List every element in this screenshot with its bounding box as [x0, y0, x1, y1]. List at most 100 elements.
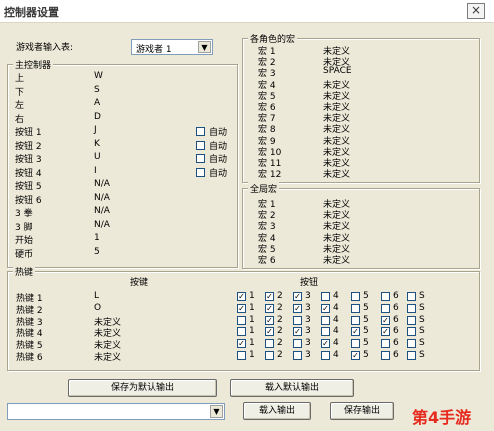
hotkey-button-checkbox[interactable] — [381, 339, 390, 349]
controller-action-label: 按钮 4 — [15, 168, 42, 179]
hotkey-key-value[interactable]: O — [94, 303, 101, 313]
controller-action-label: 左 — [15, 101, 25, 111]
chevron-down-icon[interactable]: ▼ — [198, 41, 211, 53]
hotkey-button-label: 2 — [277, 314, 283, 325]
hotkey-button-checkbox[interactable]: ✓ — [237, 339, 246, 349]
controller-key-value[interactable]: K — [94, 139, 100, 149]
char-macro-value[interactable]: 未定义 — [323, 167, 350, 180]
hotkey-button-checkbox[interactable]: ✓ — [351, 327, 360, 337]
controller-key-value[interactable]: J — [94, 125, 97, 135]
hotkey-button-checkbox[interactable]: ✓ — [265, 327, 274, 337]
controller-key-value[interactable]: N/A — [94, 206, 110, 216]
hotkey-button-checkbox[interactable]: ✓ — [265, 315, 274, 325]
controller-key-value[interactable]: A — [94, 98, 100, 108]
controller-action-label: 3 脚 — [15, 222, 33, 233]
hotkey-button-label: 6 — [393, 314, 399, 325]
hotkey-button-checkbox[interactable] — [321, 351, 330, 360]
controller-key-value[interactable]: W — [94, 71, 103, 81]
controller-action-label: 硬币 — [15, 249, 34, 260]
char-macro-value[interactable]: SPACE — [323, 66, 352, 76]
hotkey-button-label: 1 — [249, 302, 255, 313]
hotkey-button-checkbox[interactable] — [293, 315, 302, 325]
hotkey-button-checkbox[interactable]: ✓ — [321, 339, 330, 349]
hotkey-button-checkbox[interactable]: ✓ — [293, 292, 302, 301]
hotkey-button-checkbox[interactable] — [407, 292, 416, 301]
hotkey-button-checkbox[interactable]: ✓ — [351, 351, 360, 360]
hotkey-button-label: 4 — [333, 302, 339, 313]
hotkey-button-checkbox[interactable] — [237, 315, 246, 325]
hotkey-button-checkbox[interactable]: ✓ — [265, 303, 274, 313]
hotkey-button-checkbox[interactable] — [321, 327, 330, 337]
controller-key-value[interactable]: I — [94, 166, 97, 176]
controller-key-value[interactable]: S — [94, 85, 100, 95]
watermark-logo: 第4手游 — [412, 408, 472, 427]
hotkey-button-checkbox[interactable] — [381, 292, 390, 301]
hotkey-key-value[interactable]: L — [94, 291, 99, 301]
hotkey-button-checkbox[interactable] — [407, 315, 416, 325]
hotkey-button-checkbox[interactable] — [321, 292, 330, 301]
profile-select[interactable]: ▼ — [7, 403, 225, 420]
hotkey-button-checkbox[interactable] — [351, 315, 360, 325]
hotkey-button-label: 3 — [305, 291, 311, 301]
auto-fire-checkbox[interactable] — [196, 154, 205, 163]
player-select-value: 游戏者 1 — [136, 45, 172, 55]
hotkey-button-checkbox[interactable] — [381, 303, 390, 313]
hotkey-button-checkbox[interactable]: ✓ — [265, 292, 274, 301]
hotkey-button-checkbox[interactable]: ✓ — [293, 303, 302, 313]
hotkey-button-label: S — [419, 302, 425, 313]
hotkey-button-checkbox[interactable] — [265, 339, 274, 349]
hotkey-button-label: 1 — [249, 326, 255, 337]
hotkey-button-checkbox[interactable] — [237, 327, 246, 337]
controller-key-value[interactable]: 5 — [94, 247, 100, 257]
controller-key-value[interactable]: 1 — [94, 233, 100, 243]
hotkey-button-label: 2 — [277, 326, 283, 337]
auto-fire-checkbox[interactable] — [196, 140, 205, 150]
hotkey-button-label: S — [419, 314, 425, 325]
hotkey-button-checkbox[interactable]: ✓ — [381, 327, 390, 337]
hotkey-button-label: 1 — [249, 291, 255, 301]
chevron-down-icon[interactable]: ▼ — [210, 405, 223, 418]
hotkey-button-checkbox[interactable] — [265, 351, 274, 360]
window-title: 控制器设置 — [4, 6, 59, 19]
hotkey-button-checkbox[interactable] — [407, 351, 416, 360]
hotkey-button-label: 2 — [277, 291, 283, 301]
hotkey-button-checkbox[interactable] — [321, 315, 330, 325]
controller-key-value[interactable]: U — [94, 152, 101, 162]
hotkey-button-checkbox[interactable]: ✓ — [321, 303, 330, 313]
load-default-button[interactable]: 载入默认输出 — [230, 379, 354, 397]
auto-fire-checkbox[interactable] — [196, 127, 205, 136]
auto-fire-checkbox[interactable] — [196, 167, 205, 177]
player-select[interactable]: 游戏者 1 ▼ — [131, 39, 213, 55]
hotkey-button-label: 4 — [333, 326, 339, 337]
controller-key-value[interactable]: N/A — [94, 220, 110, 230]
global-macro-value[interactable]: 未定义 — [323, 253, 350, 266]
hotkey-button-checkbox[interactable]: ✓ — [293, 327, 302, 337]
hotkey-button-checkbox[interactable] — [407, 327, 416, 337]
close-button[interactable]: × — [467, 3, 485, 19]
hotkey-button-checkbox[interactable]: ✓ — [237, 303, 246, 313]
controller-action-label: 按钮 3 — [15, 155, 42, 165]
controller-key-value[interactable]: N/A — [94, 179, 110, 189]
hotkey-key-value[interactable]: 未定义 — [94, 350, 121, 363]
save-output-button[interactable]: 保存输出 — [330, 402, 394, 420]
hotkey-button-checkbox[interactable]: ✓ — [381, 315, 390, 325]
hotkey-button-label: 5 — [363, 314, 369, 325]
hotkey-button-checkbox[interactable] — [351, 339, 360, 349]
hotkey-button-checkbox[interactable] — [293, 351, 302, 360]
save-default-button[interactable]: 保存为默认输出 — [68, 379, 217, 397]
hotkey-button-checkbox[interactable] — [351, 303, 360, 313]
load-output-button[interactable]: 载入输出 — [243, 402, 311, 420]
hotkey-button-checkbox[interactable] — [381, 351, 390, 360]
hotkey-button-checkbox[interactable] — [237, 351, 246, 360]
hotkey-button-checkbox[interactable] — [293, 339, 302, 349]
hotkey-button-label: 5 — [363, 302, 369, 313]
controller-key-value[interactable]: D — [94, 112, 101, 122]
controller-key-value[interactable]: N/A — [94, 193, 110, 203]
hotkey-button-label: 5 — [363, 338, 369, 349]
hotkey-button-checkbox[interactable] — [407, 339, 416, 349]
hotkey-button-checkbox[interactable]: ✓ — [237, 292, 246, 301]
hotkey-button-label: 1 — [249, 314, 255, 325]
hotkey-button-checkbox[interactable] — [351, 292, 360, 301]
hotkey-button-checkbox[interactable] — [407, 303, 416, 313]
hotkey-button-label: 4 — [333, 338, 339, 349]
